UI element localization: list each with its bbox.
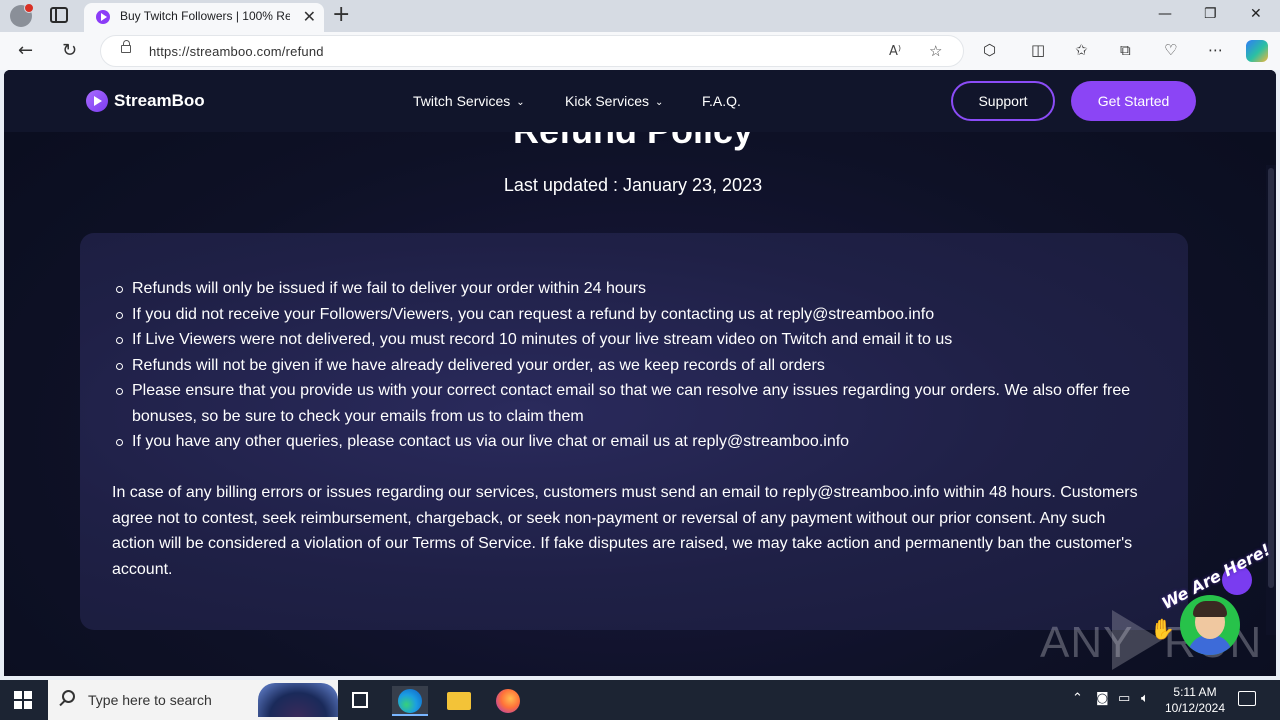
task-view-icon xyxy=(352,692,368,708)
billing-paragraph: In case of any billing errors or issues … xyxy=(112,484,1138,579)
task-view-button[interactable] xyxy=(342,686,378,716)
read-aloud-icon[interactable]: A⁾ xyxy=(889,44,901,59)
browser-essentials-icon[interactable]: ♡ xyxy=(1164,41,1177,59)
taskbar-clock[interactable]: 5:11 AM 10/12/2024 xyxy=(1160,684,1230,716)
nav-faq[interactable]: F.A.Q. xyxy=(702,93,741,109)
tab-close-icon[interactable]: ✕ xyxy=(303,7,316,26)
get-started-button[interactable]: Get Started xyxy=(1071,81,1196,121)
tab-title: Buy Twitch Followers | 100% Real xyxy=(120,9,290,23)
support-button[interactable]: Support xyxy=(951,81,1055,121)
last-updated-text: Last updated : January 23, 2023 xyxy=(503,175,763,195)
browser-tab-active[interactable]: Buy Twitch Followers | 100% Real ✕ xyxy=(84,3,324,32)
policy-list: Refunds will only be issued if we fail t… xyxy=(116,276,1142,455)
nav-label: Twitch Services xyxy=(413,93,511,109)
url-text[interactable]: https://streamboo.com/refund xyxy=(149,44,324,59)
copilot-icon[interactable] xyxy=(1246,40,1268,62)
firefox-icon xyxy=(496,689,520,713)
network-icon[interactable]: ▭ xyxy=(1118,691,1130,706)
clock-date: 10/12/2024 xyxy=(1164,701,1226,715)
address-bar[interactable]: https://streamboo.com/refund A⁾ ☆ xyxy=(100,35,964,67)
back-icon[interactable]: ← xyxy=(18,40,33,61)
lock-icon[interactable] xyxy=(121,40,131,53)
profile-avatar-icon[interactable] xyxy=(10,3,34,27)
list-item: Refunds will not be given if we have alr… xyxy=(116,353,1142,379)
live-chat-widget[interactable]: We Are Here! ✋ xyxy=(1150,540,1273,675)
edge-taskbar-button[interactable] xyxy=(392,686,428,716)
folder-icon xyxy=(447,692,471,710)
list-item: Please ensure that you provide us with y… xyxy=(116,378,1142,429)
waving-hand-icon: ✋ xyxy=(1150,617,1175,641)
site-logo[interactable]: StreamBoo xyxy=(86,90,205,112)
chevron-down-icon: ⌄ xyxy=(516,97,525,108)
streamboo-logo-icon xyxy=(86,90,108,112)
split-screen-icon[interactable]: ◫ xyxy=(1031,41,1045,59)
clock-time: 5:11 AM xyxy=(1173,685,1217,699)
site-header: StreamBoo Twitch Services ⌄ Kick Services… xyxy=(4,70,1276,132)
extensions-icon[interactable]: ⬡ xyxy=(983,41,996,59)
nav-label: Kick Services xyxy=(565,93,650,109)
notifications-icon[interactable] xyxy=(1238,691,1256,706)
list-item: Refunds will only be issued if we fail t… xyxy=(116,276,1142,302)
more-menu-icon[interactable]: ⋯ xyxy=(1208,41,1223,59)
avatar-hair xyxy=(1193,601,1227,617)
volume-icon[interactable]: 🔈︎ xyxy=(1141,691,1149,706)
tab-actions-icon[interactable] xyxy=(50,7,68,23)
browser-toolbar: ← ↻ https://streamboo.com/refund A⁾ ☆ ⬡ … xyxy=(0,32,1280,70)
list-item: If you did not receive your Followers/Vi… xyxy=(116,302,1142,328)
list-item: If Live Viewers were not delivered, you … xyxy=(116,327,1142,353)
favorite-star-icon[interactable]: ☆ xyxy=(929,42,942,60)
chat-avatar[interactable] xyxy=(1180,595,1240,655)
nav-twitch-services[interactable]: Twitch Services ⌄ xyxy=(413,93,525,109)
search-placeholder: Type here to search xyxy=(88,692,212,708)
edge-icon xyxy=(398,689,422,713)
nav-label: F.A.Q. xyxy=(702,93,741,109)
taskbar-search[interactable]: Type here to search xyxy=(48,680,338,720)
nav-kick-services[interactable]: Kick Services ⌄ xyxy=(565,93,663,109)
windows-start-icon[interactable] xyxy=(14,691,32,709)
windows-taskbar: Type here to search ⌃ ◙ ▭ 🔈︎ 5:11 AM 10/… xyxy=(0,680,1280,720)
firefox-taskbar-button[interactable] xyxy=(490,686,526,716)
refund-policy-card: Refunds will only be issued if we fail t… xyxy=(80,233,1188,630)
tray-overflow-icon[interactable]: ⌃ xyxy=(1072,691,1083,706)
list-item: If you have any other queries, please co… xyxy=(116,429,1142,455)
search-icon xyxy=(62,690,75,703)
restore-icon[interactable]: ❐ xyxy=(1204,6,1217,22)
close-window-icon[interactable]: ✕ xyxy=(1250,6,1262,22)
refresh-icon[interactable]: ↻ xyxy=(62,40,77,61)
streamboo-favicon-icon xyxy=(96,10,110,24)
file-explorer-button[interactable] xyxy=(441,686,477,716)
scrollbar-thumb[interactable] xyxy=(1268,168,1274,588)
page-viewport: Refund Policy StreamBoo Twitch Services⌄… xyxy=(4,70,1276,676)
new-tab-icon[interactable]: + xyxy=(332,2,350,27)
minimize-icon[interactable]: — xyxy=(1158,6,1172,22)
collections-icon[interactable]: ⧉ xyxy=(1120,41,1131,59)
device-icon[interactable]: ◙ xyxy=(1096,691,1109,706)
search-highlight-image xyxy=(258,683,338,717)
brand-name: StreamBoo xyxy=(114,91,205,110)
browser-tab-strip: Buy Twitch Followers | 100% Real ✕ + — ❐… xyxy=(0,0,1280,32)
chevron-down-icon: ⌄ xyxy=(655,97,664,108)
favorites-icon[interactable]: ✩ xyxy=(1075,41,1088,59)
